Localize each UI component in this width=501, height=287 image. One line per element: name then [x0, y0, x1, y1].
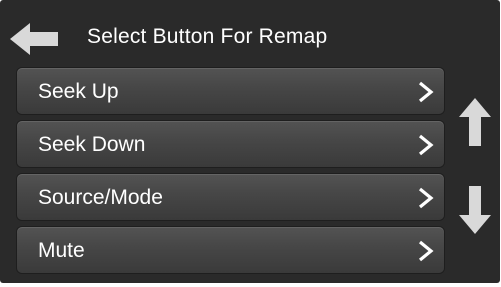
menu-item-seek-up[interactable]: Seek Up — [17, 68, 444, 114]
scroll-down-button[interactable] — [457, 184, 493, 236]
menu-item-label: Seek Down — [38, 133, 146, 156]
menu-item-label: Seek Up — [38, 80, 119, 103]
chevron-right-icon — [418, 240, 434, 262]
menu-item-source-mode[interactable]: Source/Mode — [17, 174, 444, 220]
back-button[interactable] — [8, 20, 62, 58]
menu-item-mute[interactable]: Mute — [17, 227, 444, 273]
menu-item-label: Source/Mode — [38, 186, 163, 209]
chevron-right-icon — [418, 134, 434, 156]
scroll-up-button[interactable] — [457, 96, 493, 148]
chevron-right-icon — [418, 81, 434, 103]
chevron-right-icon — [418, 187, 434, 209]
menu-item-label: Mute — [38, 239, 85, 262]
back-arrow-icon — [10, 23, 58, 55]
arrow-up-icon — [459, 98, 491, 146]
arrow-down-icon — [459, 186, 491, 234]
remap-screen: Select Button For Remap Seek Up Seek Dow… — [0, 0, 500, 283]
menu-item-seek-down[interactable]: Seek Down — [17, 121, 444, 167]
header-bar: Select Button For Remap — [0, 0, 500, 66]
page-title: Select Button For Remap — [87, 25, 328, 48]
